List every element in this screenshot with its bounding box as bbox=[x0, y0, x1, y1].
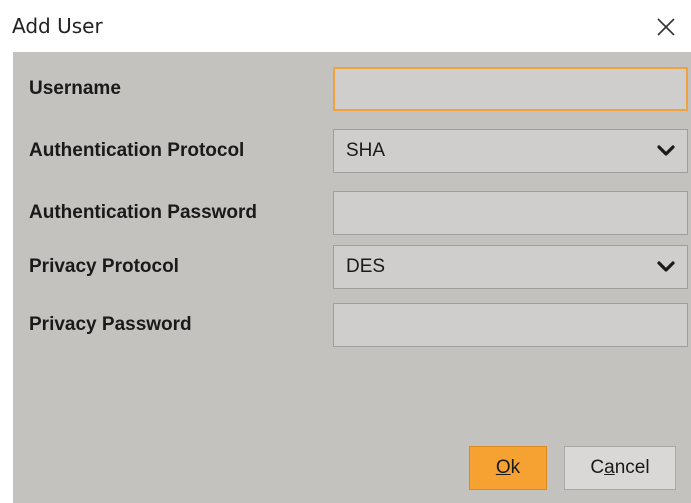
ok-button-mnemonic: O bbox=[495, 457, 511, 478]
ok-button[interactable]: Ok bbox=[469, 446, 547, 490]
privacy-protocol-value: DES bbox=[346, 256, 386, 277]
privacy-protocol-label: Privacy Protocol bbox=[29, 256, 179, 277]
auth-password-input[interactable] bbox=[333, 191, 688, 235]
add-user-dialog: Add User Username Authentication Protoco… bbox=[0, 0, 691, 503]
close-button[interactable] bbox=[649, 10, 683, 44]
username-input[interactable] bbox=[333, 67, 688, 111]
chevron-down-icon bbox=[657, 261, 675, 273]
username-row: Username bbox=[13, 67, 691, 111]
cancel-button[interactable]: Cancel bbox=[564, 446, 676, 490]
auth-protocol-value: SHA bbox=[346, 140, 386, 161]
auth-protocol-select[interactable]: SHA bbox=[333, 129, 688, 173]
auth-password-row: Authentication Password bbox=[13, 191, 691, 235]
privacy-protocol-select[interactable]: DES bbox=[333, 245, 688, 289]
privacy-password-input[interactable] bbox=[333, 303, 688, 347]
ok-button-label-rest: k bbox=[510, 457, 521, 478]
dialog-title: Add User bbox=[12, 14, 103, 38]
close-icon bbox=[657, 18, 675, 36]
cancel-button-mnemonic: a bbox=[604, 457, 615, 478]
title-bar: Add User bbox=[0, 0, 691, 52]
privacy-password-row: Privacy Password bbox=[13, 303, 691, 347]
chevron-down-icon bbox=[657, 145, 675, 157]
privacy-password-label: Privacy Password bbox=[29, 314, 192, 335]
auth-protocol-label: Authentication Protocol bbox=[29, 140, 245, 161]
cancel-button-label-rest: ncel bbox=[614, 457, 650, 478]
privacy-protocol-row: Privacy Protocol DES bbox=[13, 245, 691, 289]
auth-password-label: Authentication Password bbox=[29, 202, 258, 223]
cancel-button-label-start: C bbox=[590, 457, 605, 478]
dialog-content: Username Authentication Protocol SHA Aut… bbox=[13, 52, 691, 503]
username-label: Username bbox=[29, 78, 121, 99]
auth-protocol-row: Authentication Protocol SHA bbox=[13, 129, 691, 173]
